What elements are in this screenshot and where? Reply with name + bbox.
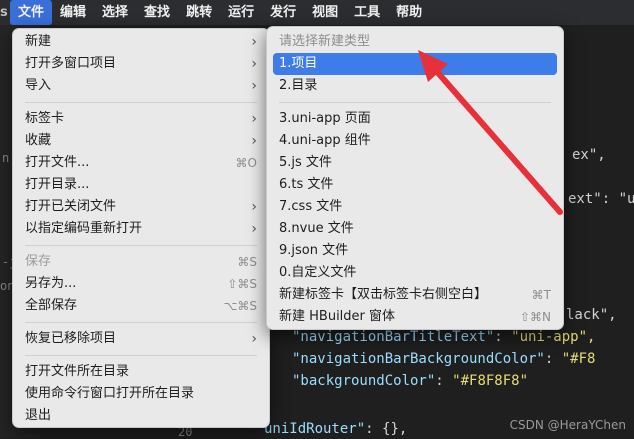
menu-item-new[interactable]: 新建 › [19, 31, 263, 53]
code-line-4: "navigationBarTitleText": "uni-app", [292, 329, 596, 345]
menu-item-save: 保存 ⌘S [25, 254, 257, 269]
new-folder-item[interactable]: 2.目录 [273, 75, 557, 97]
chevron-right-icon: › [251, 331, 257, 347]
new-uniapp-component-item[interactable]: 4.uni-app 组件 [273, 130, 557, 152]
menu-item-reopen-with-encoding[interactable]: 以指定编码重新打开 › [19, 218, 263, 240]
code-line-2: ext": "u [568, 191, 634, 207]
menu-item-import[interactable]: 导入 › [19, 75, 263, 97]
menu-item-open-multi-window[interactable]: 打开多窗口项目 › [19, 53, 263, 75]
menu-item-open-folder[interactable]: 打开目录... [19, 174, 263, 196]
new-ts-file-item[interactable]: 6.ts 文件 [273, 174, 557, 196]
code-line-3: lack", [566, 307, 617, 323]
code-line-5: "navigationBarBackgroundColor": "#F8 [292, 351, 596, 367]
menu-file[interactable]: 文件 [10, 0, 53, 25]
gutter-fragment-1: n [2, 151, 10, 165]
menu-run[interactable]: 运行 [220, 0, 262, 25]
submenu-header: 请选择新建类型 [279, 34, 371, 49]
menu-view[interactable]: 视图 [304, 0, 346, 25]
new-submenu: 请选择新建类型 1.项目 2.目录 3.uni-app 页面 4.uni-app… [266, 26, 564, 330]
new-tab-item[interactable]: 新建标签卡【双击标签卡右侧空白】 ⌘T [273, 284, 557, 306]
file-menu: 新建 › 打开多窗口项目 › 导入 › 标签卡 › 收藏 › 打开文件... ⌘O 打开目录… [12, 28, 270, 428]
menu-tools[interactable]: 工具 [346, 0, 388, 25]
menu-goto[interactable]: 跳转 [178, 0, 220, 25]
menubar: s 文件 编辑 选择 查找 跳转 运行 发行 视图 工具 帮助 [0, 0, 634, 25]
menu-item-quit[interactable]: 退出 [19, 405, 263, 427]
chevron-right-icon: › [251, 34, 257, 50]
menu-item-restore-removed-project[interactable]: 恢复已移除项目 › [19, 328, 263, 350]
chevron-right-icon: › [251, 133, 257, 149]
watermark: CSDN @HeraYChen [509, 418, 626, 432]
new-uniapp-page-item[interactable]: 3.uni-app 页面 [273, 108, 557, 130]
menu-separator [279, 102, 551, 103]
menu-item-open-file[interactable]: 打开文件... ⌘O [19, 152, 263, 174]
code-line-7: uniIdRouter": {}, [264, 421, 408, 437]
menu-separator [25, 102, 257, 103]
menu-item-tabs[interactable]: 标签卡 › [19, 108, 263, 130]
menu-item-open-containing-folder[interactable]: 打开文件所在目录 [19, 361, 263, 383]
menu-select[interactable]: 选择 [94, 0, 136, 25]
menu-separator [25, 355, 257, 356]
chevron-right-icon: › [251, 221, 257, 237]
new-css-file-item[interactable]: 7.css 文件 [273, 196, 557, 218]
code-line-1: ex", [572, 147, 606, 163]
menubar-edge: s [0, 5, 8, 20]
menu-publish[interactable]: 发行 [262, 0, 304, 25]
new-json-file-item[interactable]: 9.json 文件 [273, 240, 557, 262]
menu-item-save-as[interactable]: 另存为... ⇧⌘S [19, 273, 263, 295]
menu-edit[interactable]: 编辑 [52, 0, 94, 25]
code-line-6: "backgroundColor": "#F8F8F8" [292, 373, 529, 389]
new-nvue-file-item[interactable]: 8.nvue 文件 [273, 218, 557, 240]
new-project-item[interactable]: 1.项目 [273, 53, 557, 75]
menu-help[interactable]: 帮助 [388, 0, 430, 25]
menu-separator [25, 322, 257, 323]
menu-item-open-closed-file[interactable]: 打开已关闭文件 › [19, 196, 263, 218]
chevron-right-icon: › [251, 111, 257, 127]
new-custom-file-item[interactable]: 0.自定义文件 [273, 262, 557, 284]
chevron-right-icon: › [251, 78, 257, 94]
menu-item-favorites[interactable]: 收藏 › [19, 130, 263, 152]
menu-item-save-all[interactable]: 全部保存 ⌥⌘S [19, 295, 263, 317]
menu-item-open-in-terminal[interactable]: 使用命令行窗口打开所在目录 [19, 383, 263, 405]
new-js-file-item[interactable]: 5.js 文件 [273, 152, 557, 174]
menu-separator [25, 245, 257, 246]
chevron-right-icon: › [251, 199, 257, 215]
menu-find[interactable]: 查找 [136, 0, 178, 25]
chevron-right-icon: › [251, 56, 257, 72]
new-hbuilder-window-item[interactable]: 新建 HBuilder 窗体 ⇧⌘N [273, 306, 557, 328]
